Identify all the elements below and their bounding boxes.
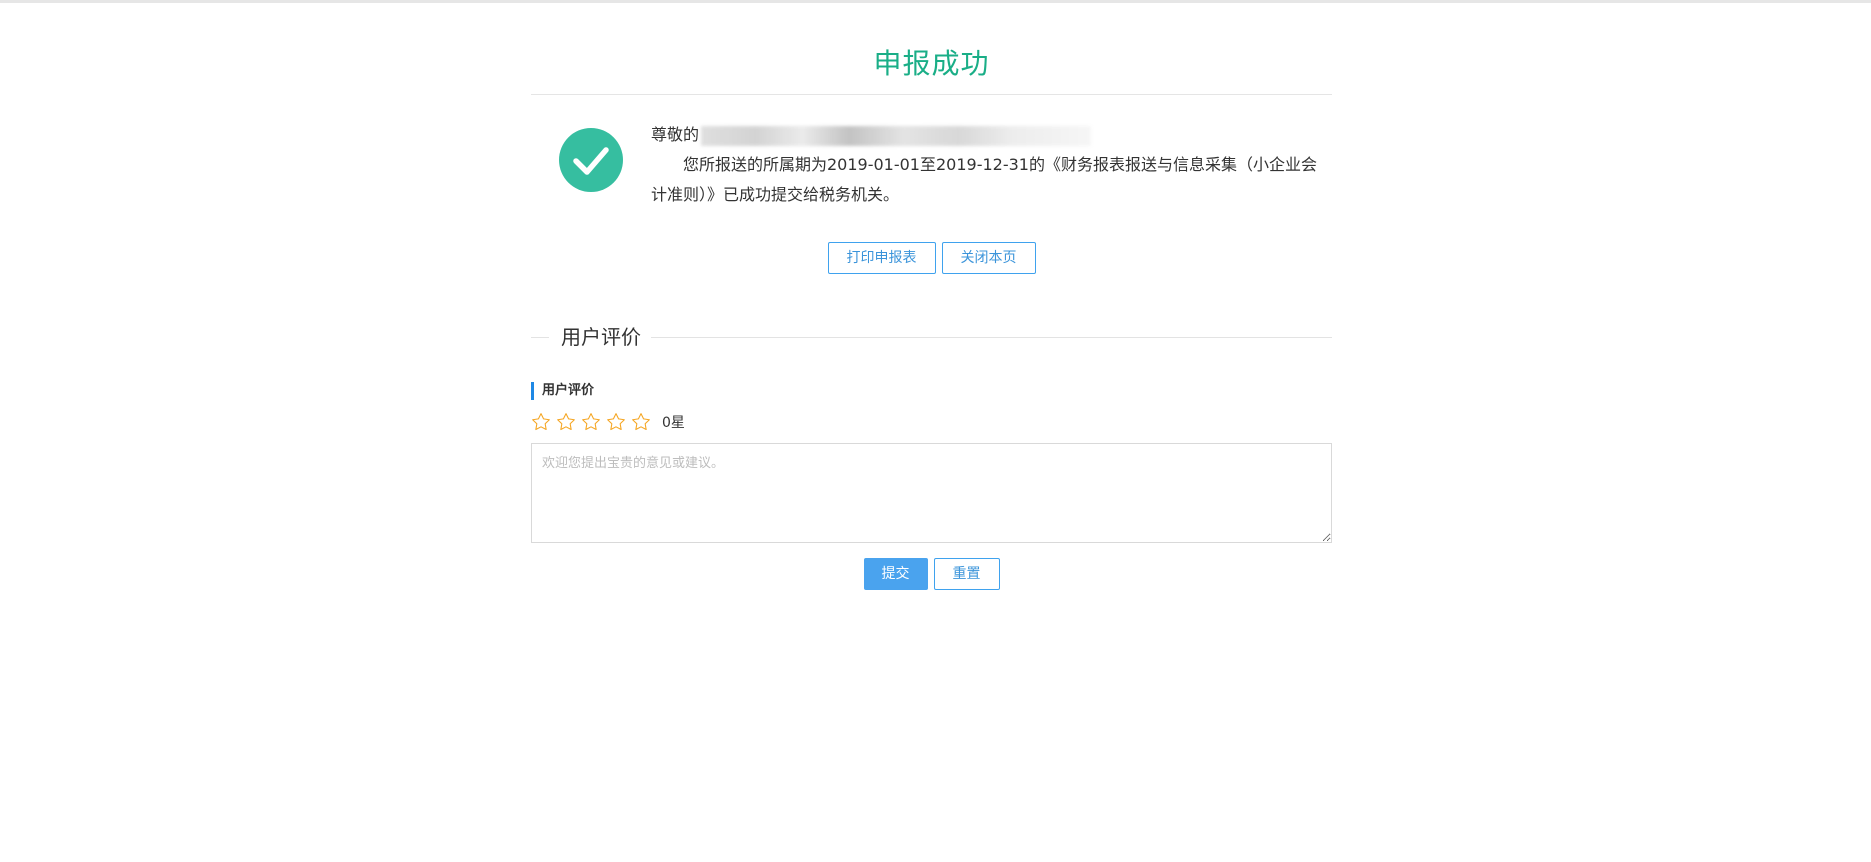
star-icon-4[interactable]	[606, 412, 626, 432]
close-page-button[interactable]: 关闭本页	[941, 242, 1036, 274]
top-border	[0, 0, 1871, 3]
star-icon-2[interactable]	[556, 412, 576, 432]
reset-button[interactable]: 重置	[933, 558, 1000, 590]
legend-divider-left	[531, 337, 549, 338]
redacted-taxpayer-name	[701, 125, 1092, 146]
submit-button[interactable]: 提交	[863, 558, 928, 590]
feedback-buttons: 提交 重置	[531, 558, 1332, 590]
star-icon-5[interactable]	[631, 412, 651, 432]
evaluation-section-title: 用户评价	[561, 325, 641, 349]
print-report-button[interactable]: 打印申报表	[827, 242, 936, 274]
success-message: 尊敬的 您所报送的所属期为2019-01-01至2019-12-31的《财务报表…	[651, 120, 1331, 210]
star-icon-1[interactable]	[531, 412, 551, 432]
star-icon-3[interactable]	[581, 412, 601, 432]
message-body: 您所报送的所属期为2019-01-01至2019-12-31的《财务报表报送与信…	[651, 155, 1317, 204]
evaluation-section-header: 用户评价	[531, 322, 1332, 352]
page-title: 申报成功	[873, 47, 990, 80]
feedback-textarea[interactable]	[531, 443, 1332, 543]
star-rating: 0星	[531, 409, 685, 435]
greeting-line: 尊敬的	[651, 120, 1331, 150]
greeting-text: 尊敬的	[651, 125, 700, 144]
title-divider	[531, 94, 1332, 95]
rating-count-text: 0星	[662, 415, 685, 431]
action-buttons: 打印申报表 关闭本页	[531, 242, 1332, 274]
evaluation-label: 用户评价	[531, 382, 594, 400]
legend-divider-right	[651, 337, 1332, 338]
check-circle-icon	[559, 128, 623, 192]
